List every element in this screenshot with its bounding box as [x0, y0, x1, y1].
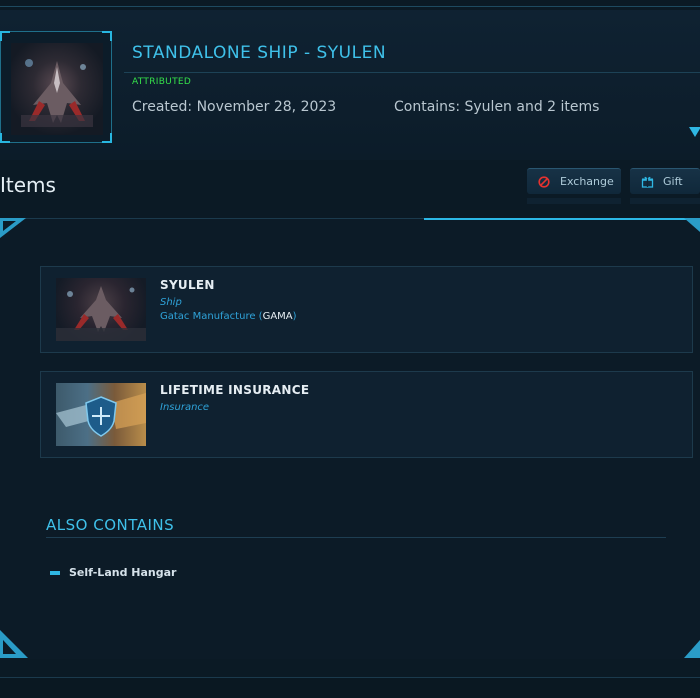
gift-button-label: Gift — [663, 175, 683, 188]
contains-summary: Contains: Syulen and 2 items — [394, 99, 600, 115]
item-manufacturer: Gatac Manufacture (GAMA) — [160, 311, 297, 322]
item-name: LIFETIME INSURANCE — [160, 383, 310, 397]
insurance-image — [56, 383, 146, 446]
button-shadow — [630, 198, 700, 204]
panel-corner-icon — [684, 218, 700, 232]
bullet-icon — [50, 570, 60, 575]
expand-indicator-icon[interactable] — [689, 127, 700, 137]
also-contains-item: Self-Land Hangar — [50, 566, 176, 579]
manufacturer-name: Gatac Manufacture — [160, 311, 256, 322]
panel-corner-icon — [684, 640, 700, 658]
frame-corner — [0, 31, 10, 41]
item-name: SYULEN — [160, 278, 215, 292]
created-date: Created: November 28, 2023 — [132, 99, 337, 115]
manufacturer-code: GAMA — [262, 311, 293, 322]
item-card[interactable]: SYULEN Ship Gatac Manufacture (GAMA) — [40, 266, 693, 353]
pledge-thumbnail-frame — [0, 31, 112, 143]
also-contains-divider — [46, 537, 666, 538]
footer-strip — [0, 678, 700, 698]
ship-thumbnail-image — [11, 43, 103, 135]
item-type: Ship — [160, 297, 182, 308]
top-border — [0, 6, 700, 7]
also-contains-title: ALSO CONTAINS — [46, 516, 175, 534]
gift-icon — [640, 175, 654, 189]
also-contains-item-label: Self-Land Hangar — [69, 566, 177, 579]
syulen-ship-image — [56, 278, 146, 341]
button-shadow — [527, 198, 621, 204]
frame-corner — [102, 133, 112, 143]
panel-corner-icon — [0, 630, 28, 658]
panel-corner-icon — [0, 218, 26, 238]
frame-corner — [102, 31, 112, 41]
frame-corner — [0, 133, 10, 143]
item-card[interactable]: LIFETIME INSURANCE Insurance — [40, 371, 693, 458]
prohibited-icon — [537, 175, 551, 189]
header-divider — [124, 72, 700, 73]
pledge-title: STANDALONE SHIP - SYULEN — [132, 43, 387, 63]
item-type: Insurance — [160, 402, 210, 413]
items-heading: Items — [0, 173, 56, 197]
exchange-button[interactable]: Exchange — [527, 168, 621, 194]
attributed-badge: ATTRIBUTED — [132, 77, 192, 87]
gift-button[interactable]: Gift — [630, 168, 700, 194]
exchange-button-label: Exchange — [560, 175, 614, 188]
panel-accent-bar — [424, 218, 700, 220]
